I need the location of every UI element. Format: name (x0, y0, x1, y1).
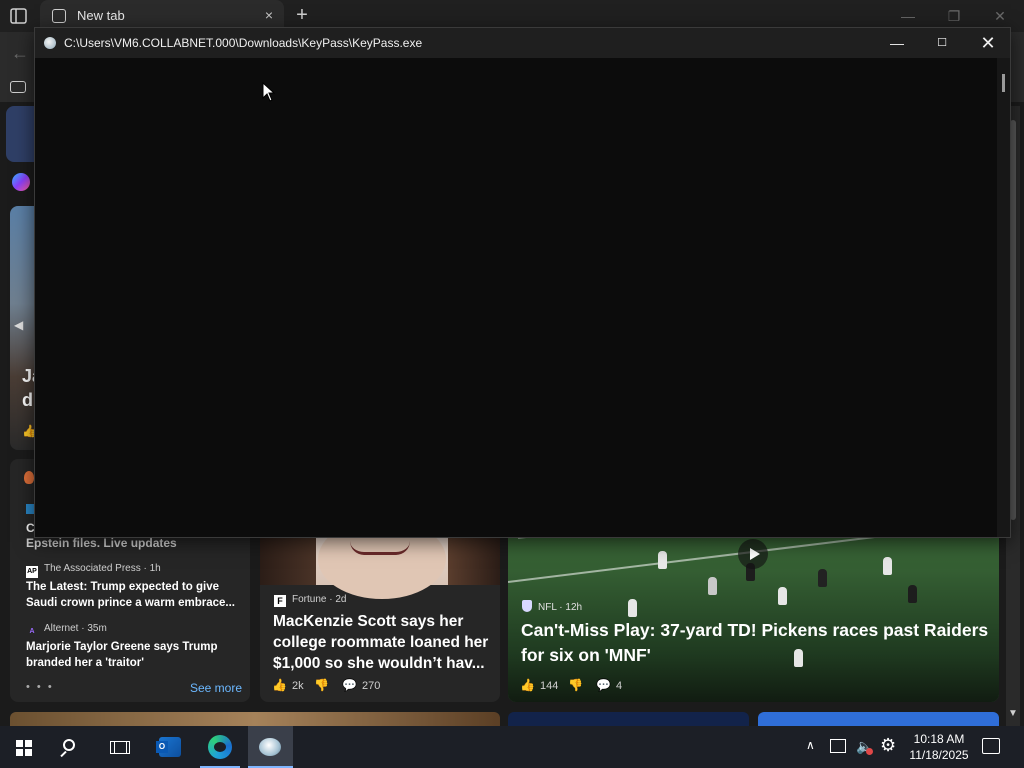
like-count: 2k (291, 680, 304, 692)
tab-actions-icon[interactable] (8, 6, 30, 26)
volume-muted-badge (866, 748, 873, 755)
source-label: The Associated Press · 1h (44, 563, 161, 574)
photo-detail (350, 541, 410, 555)
edge-browser-icon[interactable] (208, 735, 232, 759)
clock-time: 10:18 AM (913, 732, 965, 746)
player-figure (908, 585, 917, 603)
nfl-shield-icon (522, 600, 532, 612)
player-figure (658, 551, 667, 569)
clock-date: 11/18/2025 (909, 748, 969, 762)
console-output-area[interactable] (35, 58, 997, 537)
list-item-source: AP The Associated Press · 1h (26, 563, 161, 578)
comment-icon: 💬 (342, 678, 357, 692)
player-figure (778, 587, 787, 605)
list-item-headline[interactable]: The Latest: Trump expected to give Saudi… (26, 579, 236, 611)
list-item-headline[interactable]: Marjorie Taylor Greene says Trump brande… (26, 639, 236, 671)
comment-button[interactable]: 💬 270 (342, 678, 380, 692)
page-header-sliver (6, 106, 34, 162)
system-clock[interactable]: 10:18 AM 11/18/2025 (908, 731, 970, 763)
notification-center-icon[interactable] (982, 738, 1000, 754)
new-tab-button[interactable]: + (290, 4, 314, 28)
browser-minimize-button[interactable]: — (896, 6, 920, 26)
fortune-logo-icon: F (274, 595, 286, 607)
article-source: F Fortune · 2d (274, 594, 346, 607)
see-more-link[interactable]: See more (190, 681, 242, 695)
like-button[interactable]: 👍 144 (520, 678, 558, 692)
show-hidden-icons-button[interactable]: ∧ (806, 738, 815, 752)
console-titlebar[interactable]: C:\Users\VM6.COLLABNET.000\Downloads\Key… (35, 28, 1010, 58)
source-label: NFL · 12h (538, 602, 583, 613)
taskbar: ∧ 🔈 ⚙ 10:18 AM 11/18/2025 (0, 726, 1024, 768)
play-video-icon[interactable] (738, 539, 768, 569)
like-icon: 👍 (272, 678, 287, 692)
browser-restore-button[interactable]: ❐ (942, 6, 966, 26)
like-count: 144 (539, 680, 559, 692)
console-minimize-button[interactable]: — (874, 28, 920, 58)
comment-button[interactable]: 💬 4 (596, 678, 622, 692)
next-card-peek[interactable] (10, 712, 500, 726)
dislike-icon: 👎 (568, 678, 583, 692)
player-figure (628, 599, 637, 617)
next-card-peek[interactable] (758, 712, 999, 726)
ap-logo-icon: AP (26, 566, 38, 578)
hero-headline-fragment-2: d (22, 390, 33, 410)
search-icon[interactable] (63, 739, 75, 751)
more-options-icon[interactable]: • • • (26, 681, 54, 693)
dislike-icon: 👎 (314, 678, 329, 692)
comment-count: 270 (361, 680, 381, 692)
console-maximize-button[interactable]: ☐ (919, 28, 965, 58)
console-window: C:\Users\VM6.COLLABNET.000\Downloads\Key… (34, 27, 1011, 538)
windows-start-icon[interactable] (16, 740, 32, 756)
tab-close-icon[interactable]: × (260, 6, 278, 24)
outlook-app-icon[interactable] (156, 737, 181, 757)
dislike-button[interactable]: 👎 (314, 678, 334, 692)
article-source: NFL · 12h (522, 600, 582, 613)
tab-title: New tab (77, 8, 125, 23)
dislike-button[interactable]: 👎 (568, 678, 588, 692)
source-label: Alternet · 35m (44, 623, 107, 634)
task-view-icon[interactable] (110, 740, 130, 754)
copilot-logo-icon[interactable] (12, 173, 30, 191)
console-scrollbar-thumb[interactable] (1002, 74, 1005, 92)
like-button[interactable]: 👍 2k (272, 678, 304, 692)
newtab-favicon-icon (52, 9, 66, 23)
trending-flame-icon (24, 471, 34, 484)
search-icon-handle (60, 750, 67, 758)
article-headline[interactable]: Can't-Miss Play: 37-yard TD! Pickens rac… (521, 618, 991, 668)
list-item-source: A Alternet · 35m (26, 623, 107, 638)
source-label: Fortune · 2d (292, 594, 347, 605)
article-headline[interactable]: MacKenzie Scott says her college roommat… (273, 611, 491, 674)
scroll-down-icon[interactable]: ▼ (1006, 708, 1020, 722)
settings-gear-icon[interactable]: ⚙ (880, 735, 896, 756)
player-figure (818, 569, 827, 587)
browser-close-button[interactable]: ✕ (988, 6, 1012, 26)
player-figure (883, 557, 892, 575)
keypass-app-icon (44, 37, 56, 49)
player-figure (708, 577, 717, 595)
like-icon: 👍 (520, 678, 535, 692)
console-scrollbar[interactable] (997, 58, 1010, 537)
console-title: C:\Users\VM6.COLLABNET.000\Downloads\Key… (64, 36, 423, 50)
carousel-prev-icon[interactable]: ◀ (14, 318, 23, 332)
comment-count: 4 (615, 680, 623, 692)
network-icon[interactable] (830, 739, 846, 753)
alternet-logo-icon: A (29, 628, 35, 635)
keypass-app-icon (259, 738, 281, 756)
favorites-icon[interactable] (10, 81, 26, 93)
console-close-button[interactable]: ✕ (965, 28, 1011, 58)
comment-icon: 💬 (596, 678, 611, 692)
next-card-peek[interactable] (508, 712, 749, 726)
list-headline-tail[interactable]: Epstein files. Live updates (26, 536, 177, 550)
back-button[interactable]: ← (8, 41, 32, 65)
